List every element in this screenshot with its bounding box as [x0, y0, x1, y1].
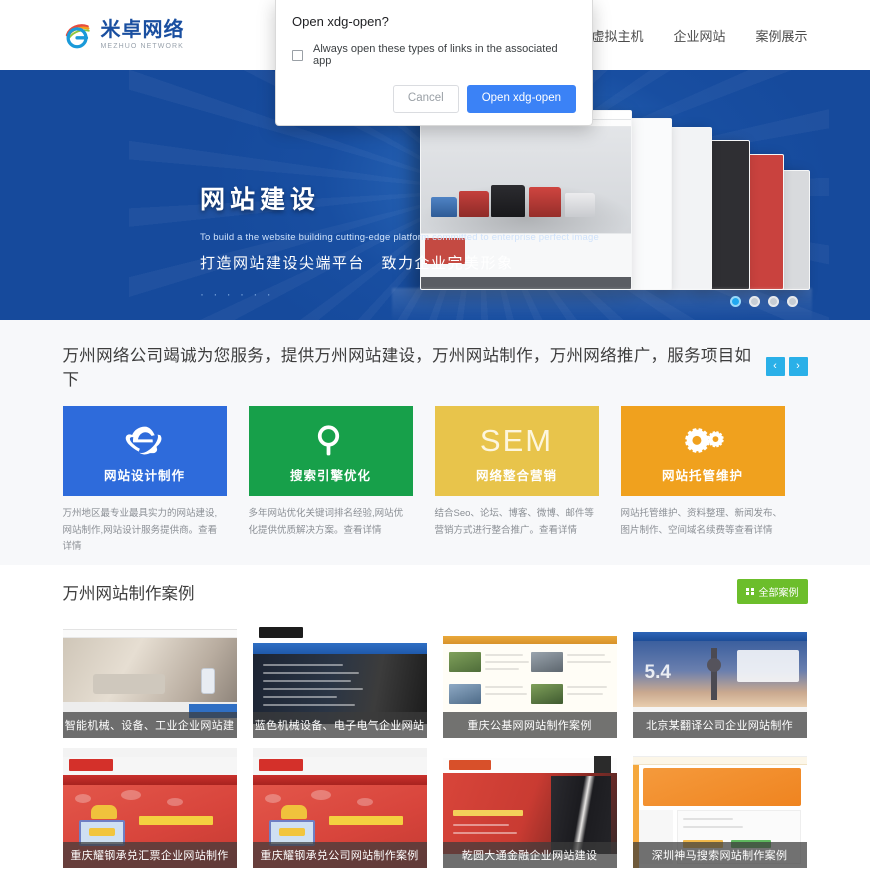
- service-card-web-design[interactable]: 网站设计制作 万州地区最专业最具实力的网站建设,网站制作,网站设计服务提供商。查…: [62, 406, 227, 556]
- hero-pager-dot-3[interactable]: [768, 296, 779, 307]
- hero-screen-1: [628, 118, 672, 290]
- sem-label: SEM: [479, 422, 554, 458]
- always-open-checkbox-row[interactable]: Always open these types of links in the …: [292, 43, 576, 67]
- cases-grid: 智能机械、设备、工业企业网站建 蓝色机械设备、电子电气企业网站 重庆公基网网站制…: [62, 618, 808, 868]
- service-card-label: 网站托管维护: [661, 468, 743, 483]
- all-cases-button[interactable]: 全部案例: [737, 579, 808, 604]
- case-item-3[interactable]: 重庆公基网网站制作案例: [442, 618, 617, 738]
- services-title: 万州网络公司竭诚为您服务，提供万州网站建设，万州网站制作，万州网络推广，服务项目…: [62, 347, 752, 389]
- cases-title: 万州网站制作案例: [62, 584, 195, 603]
- case-caption: 重庆耀钢承兑汇票企业网站制作: [62, 842, 237, 868]
- hero-pager-dot-4[interactable]: [787, 296, 798, 307]
- gears-icon: [680, 419, 726, 463]
- service-card-desc: 网站托管维护、资料整理、新闻发布、图片制作、空间域名续费等查看详情: [620, 508, 783, 536]
- nav-item-virtual-host[interactable]: 虚拟主机: [591, 26, 643, 45]
- hero-screen-3: [706, 140, 750, 290]
- cases-section: 万州网站制作案例 全部案例 智能机械、设备、工业企业网站建 蓝色机械设备、电子电…: [0, 565, 870, 870]
- open-xdg-open-dialog: Open xdg-open? Always open these types o…: [275, 0, 593, 126]
- services-prev-button[interactable]: ‹: [765, 356, 785, 376]
- service-card-sem[interactable]: SEM 网络整合营销 结合Seo、论坛、博客、微博、邮件等营销方式进行整合推广。…: [434, 406, 599, 556]
- case-item-6[interactable]: 重庆耀钢承兑公司网站制作案例: [252, 748, 427, 868]
- services-next-button[interactable]: ›: [788, 356, 808, 376]
- hero-text-block: 网站建设 To build a the website building cut…: [200, 180, 599, 301]
- internet-explorer-icon: [124, 419, 166, 463]
- magnifier-icon: [311, 419, 351, 463]
- services-arrows: ‹ ›: [765, 356, 808, 376]
- grid-icon: [746, 587, 754, 596]
- hero-pager-dot-2[interactable]: [749, 296, 760, 307]
- case-caption: 重庆耀钢承兑公司网站制作案例: [252, 842, 427, 868]
- case-caption: 智能机械、设备、工业企业网站建: [62, 712, 237, 738]
- case-item-1[interactable]: 智能机械、设备、工业企业网站建: [62, 618, 237, 738]
- brand-name-en: MEZHUO NETWORK: [100, 43, 184, 50]
- case-item-7[interactable]: 乾圆大通金融企业网站建设: [442, 748, 617, 868]
- case-caption: 重庆公基网网站制作案例: [442, 712, 617, 738]
- case-caption: 蓝色机械设备、电子电气企业网站: [252, 712, 427, 738]
- hero-screen-4: [744, 154, 784, 290]
- hero-title: 网站建设: [200, 186, 321, 214]
- logo-icon: [65, 24, 90, 49]
- brand-name-cn: 米卓网络: [100, 19, 185, 41]
- checkbox-icon[interactable]: [292, 49, 303, 61]
- open-xdg-open-button[interactable]: Open xdg-open: [466, 85, 576, 113]
- nav-item-case-showcase[interactable]: 案例展示: [755, 26, 807, 45]
- service-card-label: 网络整合营销: [475, 468, 557, 483]
- all-cases-label: 全部案例: [758, 588, 799, 599]
- checkbox-label: Always open these types of links in the …: [313, 43, 558, 67]
- services-section: 万州网络公司竭诚为您服务，提供万州网站建设，万州网站制作，万州网络推广，服务项目…: [0, 320, 870, 565]
- services-card-list: 网站设计制作 万州地区最专业最具实力的网站建设,网站制作,网站设计服务提供商。查…: [62, 406, 808, 556]
- case-caption: 深圳神马搜索网站制作案例: [632, 842, 807, 868]
- site-logo[interactable]: 米卓网络 MEZHUO NETWORK: [63, 20, 185, 50]
- service-card-label: 搜索引擎优化: [289, 468, 371, 483]
- service-card-desc: 结合Seo、论坛、博客、微博、邮件等营销方式进行整合推广。查看详情: [434, 508, 594, 536]
- hero-pager-dot-1[interactable]: [730, 296, 741, 307]
- service-card-hosting[interactable]: 网站托管维护 网站托管维护、资料整理、新闻发布、图片制作、空间域名续费等查看详情: [620, 406, 785, 556]
- hero-decoration-dots: · · · · · ·: [200, 287, 274, 301]
- case-caption: 北京某翻译公司企业网站制作: [632, 712, 807, 738]
- service-card-seo[interactable]: 搜索引擎优化 多年网站优化关键词排名经验,网站优化提供优质解决方案。查看详情: [248, 406, 413, 556]
- case-caption: 乾圆大通金融企业网站建设: [442, 842, 617, 868]
- nav-item-enterprise-site[interactable]: 企业网站: [673, 26, 725, 45]
- cancel-button[interactable]: Cancel: [392, 85, 459, 113]
- service-card-label: 网站设计制作: [103, 468, 185, 483]
- hero-subtitle-cn: 打造网站建设尖端平台 致力企业完美形象: [200, 255, 514, 272]
- case-item-5[interactable]: 重庆耀钢承兑汇票企业网站制作: [62, 748, 237, 868]
- case-item-4[interactable]: 5.4 北京某翻译公司企业网站制作: [632, 618, 807, 738]
- case-item-8[interactable]: 深圳神马搜索网站制作案例: [632, 748, 807, 868]
- dialog-title: Open xdg-open?: [292, 14, 389, 29]
- case-item-2[interactable]: 蓝色机械设备、电子电气企业网站: [252, 618, 427, 738]
- hero-carousel-pager: [730, 296, 798, 307]
- service-card-desc: 万州地区最专业最具实力的网站建设,网站制作,网站设计服务提供商。查看详情: [62, 508, 218, 553]
- sem-text-icon: SEM: [480, 419, 553, 463]
- hero-subtitle-en: To build a the website building cutting-…: [200, 232, 599, 243]
- service-card-desc: 多年网站优化关键词排名经验,网站优化提供优质解决方案。查看详情: [248, 508, 404, 536]
